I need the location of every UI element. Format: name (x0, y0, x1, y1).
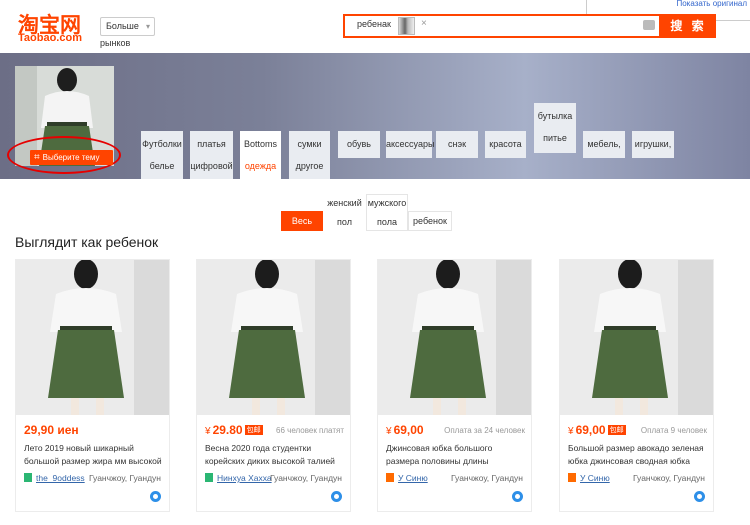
market-select-sublabel: рынков (100, 38, 131, 48)
category-dresses[interactable]: платья цифровой (190, 131, 233, 179)
product-title[interactable]: Большой размер авокадо зеленая юбка джин… (568, 442, 708, 470)
category-bags[interactable]: сумки другое (289, 131, 330, 179)
product-location: Гуанчжоу, Гуандун (89, 473, 161, 483)
search-image-thumbnail (398, 17, 415, 35)
category-sublabel: другое (295, 161, 324, 171)
category-label: бутылка (537, 111, 573, 121)
shop-link[interactable]: Нинхуа Хахха (205, 473, 272, 483)
shop-link[interactable]: У Синю (568, 473, 610, 483)
product-price: ¥69,00 (386, 423, 424, 437)
product-photo (378, 260, 531, 415)
product-photo (197, 260, 350, 415)
search-tag-text: ребенак (357, 19, 391, 29)
filter-child[interactable]: ребенок (408, 211, 452, 231)
product-photo (16, 260, 169, 415)
shop-icon (24, 473, 32, 482)
category-label: Футболки (142, 139, 182, 149)
category-furniture[interactable]: мебель, (583, 131, 625, 158)
product-photo (560, 260, 713, 415)
choose-theme-label: Выберите тему (42, 153, 100, 162)
section-title: Выглядит как ребенок (15, 234, 159, 250)
product-image[interactable] (197, 260, 350, 415)
chevron-down-icon: ▾ (145, 22, 150, 31)
category-label: сумки (297, 139, 322, 149)
filter-male-top: мужского (367, 198, 407, 208)
paid-count: 66 человек платят (276, 426, 344, 435)
category-label: снэк (448, 139, 466, 149)
category-accessories[interactable]: аксессуары (386, 131, 435, 158)
category-bottoms[interactable]: Bottoms одежда (240, 131, 281, 179)
product-title[interactable]: Лето 2019 новый шикарный большой размер … (24, 442, 164, 470)
category-label: мебель, (587, 139, 621, 149)
product-title[interactable]: Весна 2020 года студентки корейских дики… (205, 442, 345, 470)
category-label: обувь (347, 139, 371, 149)
chat-icon[interactable] (694, 491, 705, 502)
product-card[interactable]: ¥69,00 包邮 Оплата 9 человек Большой размер… (559, 259, 714, 512)
product-location: Гуанчжоу, Гуандун (451, 473, 523, 483)
filter-male[interactable]: мужского пола (366, 194, 408, 231)
category-label: игрушки, (634, 139, 672, 149)
product-title[interactable]: Джинсовая юбка большого размера половины… (386, 442, 526, 470)
category-label: красота (489, 139, 522, 149)
category-snacks[interactable]: снэк (436, 131, 478, 158)
product-price: ¥29.80 包邮 (205, 423, 263, 437)
category-tshirts[interactable]: Футболки белье (141, 131, 183, 179)
free-shipping-badge: 包邮 (244, 425, 263, 435)
product-location: Гуанчжоу, Гуандун (270, 473, 342, 483)
shop-link[interactable]: У Синю (386, 473, 428, 483)
category-sublabel: питье (543, 133, 567, 143)
chat-icon[interactable] (331, 491, 342, 502)
product-card[interactable]: 29,90 иен Лето 2019 новый шикарный больш… (15, 259, 170, 512)
product-price: 29,90 иен (24, 423, 79, 437)
shop-icon (205, 473, 213, 482)
show-original-link[interactable]: Показать оригинал (676, 0, 747, 8)
product-card[interactable]: ¥69,00 Оплата за 24 человек Джинсовая юб… (377, 259, 532, 512)
category-label: платья (197, 139, 226, 149)
product-image[interactable] (560, 260, 713, 415)
category-label: аксессуары (386, 139, 435, 149)
search-button[interactable]: 搜 索 (661, 14, 716, 38)
close-icon[interactable]: × (421, 18, 427, 29)
category-sublabel: цифровой (190, 161, 233, 171)
free-shipping-badge: 包邮 (607, 425, 626, 435)
chat-icon[interactable] (512, 491, 523, 502)
category-toys[interactable]: игрушки, (632, 131, 674, 158)
choose-theme-button[interactable]: ⌗ Выберите тему (30, 150, 113, 165)
filter-female-bottom: пол (337, 217, 352, 227)
market-select-label: Больше (106, 21, 139, 31)
category-label: Bottoms (243, 139, 277, 149)
category-beauty[interactable]: красота (485, 131, 526, 158)
filter-female[interactable]: женский пол (323, 194, 366, 231)
paid-count: Оплата за 24 человек (444, 426, 525, 435)
search-input[interactable]: ребенак × (343, 14, 661, 38)
filter-male-bottom: пола (377, 217, 397, 227)
camera-icon[interactable] (643, 20, 655, 30)
taobao-logo-en[interactable]: Taobao.com (18, 32, 82, 44)
product-image[interactable] (378, 260, 531, 415)
shop-icon (386, 473, 394, 482)
category-sublabel: одежда (244, 161, 277, 171)
category-shoes[interactable]: обувь (338, 131, 380, 158)
product-price: ¥69,00 包邮 (568, 423, 626, 437)
category-drinks[interactable]: бутылка питье (534, 103, 576, 153)
paid-count: Оплата 9 человек (640, 426, 707, 435)
category-sublabel: белье (149, 161, 175, 171)
shop-icon (568, 473, 576, 482)
crop-icon: ⌗ (34, 152, 40, 163)
shop-link[interactable]: the_9oddess (24, 473, 85, 483)
product-image[interactable] (16, 260, 169, 415)
market-select[interactable]: Больше ▾ (100, 17, 155, 36)
chat-icon[interactable] (150, 491, 161, 502)
product-location: Гуанчжоу, Гуандун (633, 473, 705, 483)
filter-all[interactable]: Весь (281, 211, 323, 231)
filter-female-top: женский (327, 198, 362, 208)
product-card[interactable]: ¥29.80 包邮 66 человек платят Весна 2020 го… (196, 259, 351, 512)
